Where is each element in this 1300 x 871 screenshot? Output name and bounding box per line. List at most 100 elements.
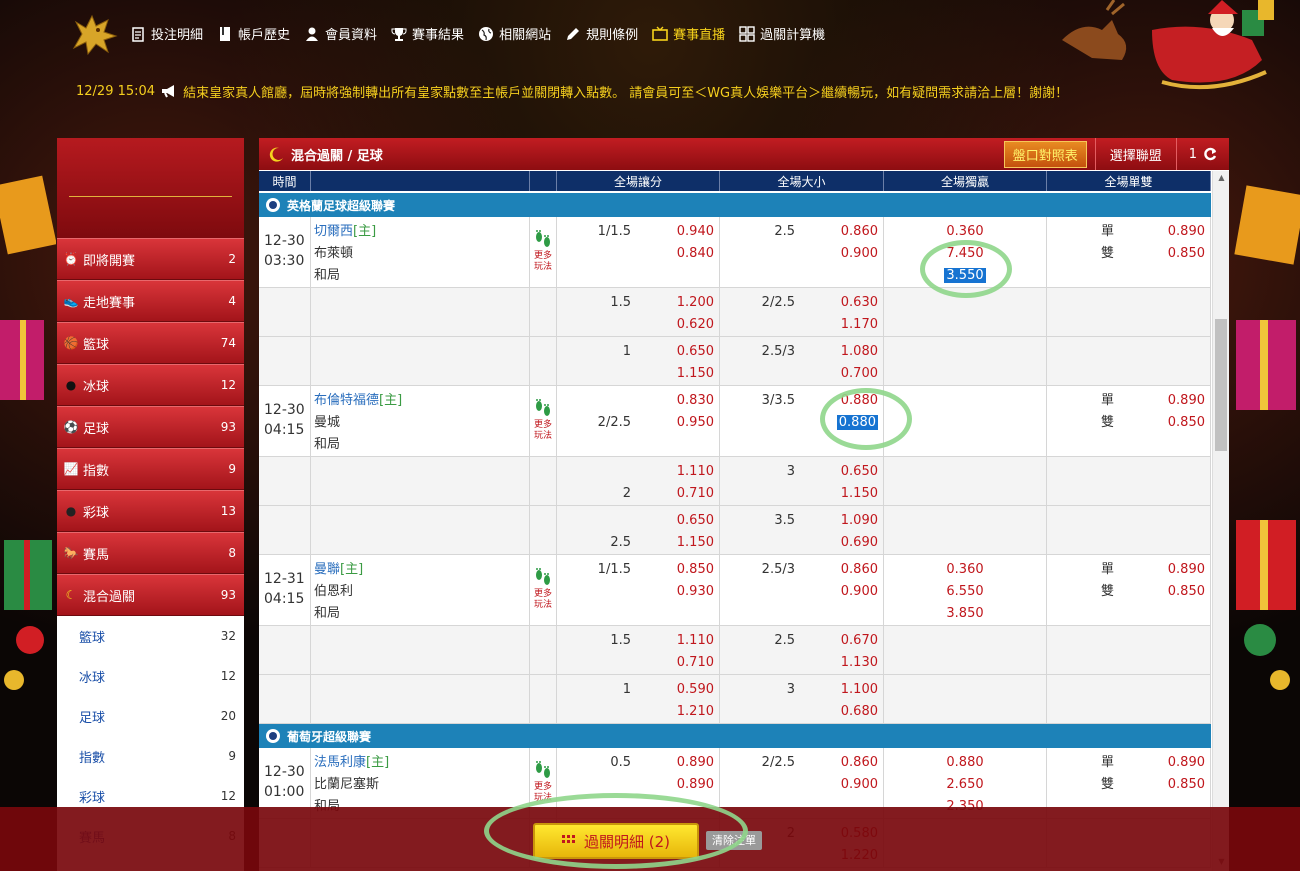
sidebar-subitem[interactable]: 指數 9 — [57, 736, 244, 776]
odd-even-odds[interactable]: 0.890 — [1152, 752, 1210, 774]
odds-value[interactable]: 1.130 — [825, 652, 883, 674]
sidebar-item[interactable]: ● 冰球 12 — [57, 364, 244, 406]
odds-value[interactable]: 0.900 — [825, 774, 883, 796]
refresh-button[interactable]: 1 — [1177, 147, 1229, 162]
clear-bets-button[interactable]: 清除注單 — [706, 831, 762, 850]
odds-value[interactable]: 0.630 — [825, 292, 883, 314]
selected-odds[interactable]: 3.550 — [944, 268, 986, 283]
odds-value[interactable]: 0.890 — [661, 774, 719, 796]
odds-value[interactable]: 1.150 — [825, 483, 883, 505]
moneyline-odds[interactable]: 3.850 — [884, 603, 1046, 625]
nav-item-4[interactable]: 賽事結果 — [391, 24, 464, 43]
sidebar-item[interactable]: 🐎 賽馬 8 — [57, 532, 244, 574]
odd-even-label: 單 — [1101, 224, 1115, 239]
odds-value[interactable]: 1.170 — [825, 314, 883, 336]
odds-value[interactable]: 0.650 — [661, 510, 719, 532]
nav-item-6[interactable]: 規則條例 — [565, 24, 638, 43]
nav-item-8[interactable]: 過關計算機 — [739, 24, 825, 43]
sidebar-item[interactable]: 👟 走地賽事 4 — [57, 280, 244, 322]
more-bets-label: 更多 — [533, 420, 552, 430]
odd-even-odds[interactable]: 0.890 — [1152, 221, 1210, 243]
odds-value[interactable]: 1.200 — [661, 292, 719, 314]
sidebar-subitem[interactable]: 冰球 12 — [57, 656, 244, 696]
sidebar-item[interactable]: 🏀 籃球 74 — [57, 322, 244, 364]
moneyline-odds[interactable]: 3.550 — [884, 265, 1046, 287]
nav-item-2[interactable]: 帳戶歷史 — [217, 24, 290, 43]
moneyline-odds[interactable]: 7.450 — [884, 243, 1046, 265]
odds-value[interactable]: 1.150 — [661, 363, 719, 385]
match-time: 12-30 04:15 — [259, 386, 311, 456]
odds-value[interactable]: 0.620 — [661, 314, 719, 336]
nav-item-1[interactable]: 投注明細 — [130, 24, 203, 43]
odds-value[interactable]: 0.880 — [825, 412, 883, 434]
moneyline-odds[interactable]: 6.550 — [884, 581, 1046, 603]
odds-value[interactable]: 0.850 — [661, 559, 719, 581]
home-team[interactable]: 曼聯[主] — [314, 559, 529, 581]
nav-item-3[interactable]: 會員資料 — [304, 24, 377, 43]
odds-value[interactable]: 1.150 — [661, 532, 719, 554]
odds-value[interactable]: 0.900 — [825, 243, 883, 265]
odd-even-odds[interactable]: 0.850 — [1152, 412, 1210, 434]
scroll-up-icon[interactable]: ▲ — [1213, 173, 1230, 187]
odd-even-odds[interactable]: 0.890 — [1152, 559, 1210, 581]
odds-value[interactable]: 0.900 — [825, 581, 883, 603]
scrollbar-thumb[interactable] — [1215, 319, 1227, 451]
odds-value[interactable]: 1.210 — [661, 701, 719, 723]
sidebar-item[interactable]: 📈 指數 9 — [57, 448, 244, 490]
odds-value[interactable]: 0.710 — [661, 652, 719, 674]
odds-value[interactable]: 0.590 — [661, 679, 719, 701]
odds-value[interactable]: 0.940 — [661, 221, 719, 243]
odds-value[interactable]: 1.100 — [825, 679, 883, 701]
odd-even-odds[interactable]: 0.850 — [1152, 774, 1210, 796]
odds-value[interactable]: 1.090 — [825, 510, 883, 532]
nav-item-7[interactable]: 賽事直播 — [652, 24, 725, 43]
odds-value[interactable]: 0.690 — [825, 532, 883, 554]
odds-value[interactable]: 0.860 — [825, 559, 883, 581]
odds-value[interactable]: 0.890 — [661, 752, 719, 774]
sidebar-subitem[interactable]: 足球 20 — [57, 696, 244, 736]
moneyline-odds[interactable]: 0.360 — [884, 221, 1046, 243]
table-scrollbar[interactable]: ▲ ▼ — [1212, 171, 1229, 871]
odds-comparison-button[interactable]: 盤口對照表 — [1003, 140, 1087, 168]
moneyline-odds[interactable]: 0.360 — [884, 559, 1046, 581]
home-tag: [主] — [379, 393, 403, 408]
nav-item-5[interactable]: 相關網站 — [478, 24, 551, 43]
more-bets-button[interactable]: 更多 玩法 — [530, 217, 557, 287]
sidebar-item[interactable]: ● 彩球 13 — [57, 490, 244, 532]
moneyline-odds[interactable]: 0.880 — [884, 752, 1046, 774]
odds-value[interactable]: 0.840 — [661, 243, 719, 265]
odds-value[interactable]: 0.930 — [661, 581, 719, 603]
odds-value[interactable]: 1.080 — [825, 341, 883, 363]
select-league-button[interactable]: 選擇聯盟 — [1096, 145, 1176, 164]
odd-even-odds[interactable]: 0.850 — [1152, 581, 1210, 603]
home-team[interactable]: 布倫特福德[主] — [314, 390, 529, 412]
odds-value[interactable]: 0.860 — [825, 221, 883, 243]
odds-value[interactable]: 0.950 — [661, 412, 719, 434]
odds-value[interactable]: 0.650 — [661, 341, 719, 363]
odd-even-odds[interactable]: 0.890 — [1152, 390, 1210, 412]
odds-value[interactable]: 0.670 — [825, 630, 883, 652]
odds-value[interactable]: 0.830 — [661, 390, 719, 412]
odds-value[interactable]: 0.710 — [661, 483, 719, 505]
odds-value[interactable]: 0.650 — [825, 461, 883, 483]
odds-value[interactable]: 0.700 — [825, 363, 883, 385]
odds-value[interactable]: 1.110 — [661, 461, 719, 483]
selected-odds[interactable]: 0.880 — [836, 415, 878, 430]
user-icon — [304, 26, 320, 42]
odds-value[interactable]: 1.110 — [661, 630, 719, 652]
parlay-details-button[interactable]: 過關明細 (2) — [533, 823, 699, 859]
more-bets-button[interactable]: 更多 玩法 — [530, 386, 557, 456]
odds-value[interactable]: 0.860 — [825, 752, 883, 774]
league-name: 葡萄牙超級聯賽 — [287, 729, 372, 744]
odd-even-odds[interactable]: 0.850 — [1152, 243, 1210, 265]
odds-value[interactable]: 0.880 — [825, 390, 883, 412]
more-bets-button[interactable]: 更多 玩法 — [530, 555, 557, 625]
sidebar-item[interactable]: ☾ 混合過關 93 — [57, 574, 244, 616]
sidebar-item[interactable]: ⏰ 即將開賽 2 — [57, 238, 244, 280]
home-team[interactable]: 法馬利康[主] — [314, 752, 529, 774]
moneyline-odds[interactable]: 2.650 — [884, 774, 1046, 796]
sidebar-subitem[interactable]: 籃球 32 — [57, 616, 244, 656]
sidebar-item[interactable]: ⚽ 足球 93 — [57, 406, 244, 448]
odds-value[interactable]: 0.680 — [825, 701, 883, 723]
home-team[interactable]: 切爾西[主] — [314, 221, 529, 243]
